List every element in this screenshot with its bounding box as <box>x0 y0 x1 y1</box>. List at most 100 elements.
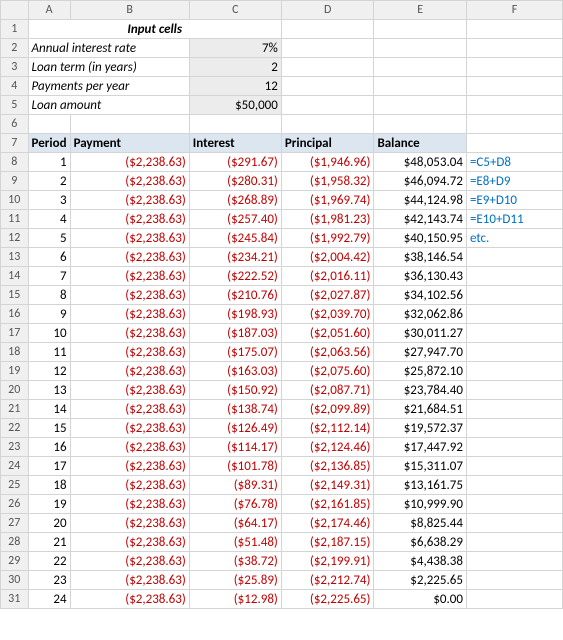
cell[interactable] <box>466 134 562 153</box>
col-header-f[interactable]: F <box>466 1 562 20</box>
row-header-1[interactable]: 1 <box>1 20 29 39</box>
cell-principal[interactable]: ($2,187.15) <box>281 533 374 552</box>
cell[interactable] <box>28 115 70 134</box>
cell-interest[interactable]: ($291.67) <box>189 153 281 172</box>
label-ppy[interactable]: Payments per year <box>28 77 189 96</box>
cell-principal[interactable]: ($2,016.11) <box>281 267 374 286</box>
cell-formula[interactable] <box>466 381 562 400</box>
cell-interest[interactable]: ($187.03) <box>189 324 281 343</box>
cell-balance[interactable]: $6,638.29 <box>374 533 467 552</box>
cell-formula[interactable]: =E10+D11 <box>466 210 562 229</box>
cell[interactable] <box>374 20 467 39</box>
cell-payment[interactable]: ($2,238.63) <box>70 343 189 362</box>
cell-principal[interactable]: ($2,063.56) <box>281 343 374 362</box>
cell-balance[interactable]: $34,102.56 <box>374 286 467 305</box>
cell-formula[interactable]: =E9+D10 <box>466 191 562 210</box>
cell-formula[interactable] <box>466 343 562 362</box>
row-header-13[interactable]: 13 <box>1 248 29 267</box>
cell-formula[interactable] <box>466 362 562 381</box>
spreadsheet-grid[interactable]: A B C D E F 1 Input cells 2 Annual inter… <box>0 0 563 609</box>
row-header-28[interactable]: 28 <box>1 533 29 552</box>
select-all-cell[interactable] <box>1 1 29 20</box>
row-header-31[interactable]: 31 <box>1 590 29 609</box>
cell-principal[interactable]: ($1,969.74) <box>281 191 374 210</box>
cell-interest[interactable]: ($138.74) <box>189 400 281 419</box>
cell-interest[interactable]: ($89.31) <box>189 476 281 495</box>
cell-interest[interactable]: ($268.89) <box>189 191 281 210</box>
cell-balance[interactable]: $44,124.98 <box>374 191 467 210</box>
cell-balance[interactable]: $32,062.86 <box>374 305 467 324</box>
cell-formula[interactable] <box>466 552 562 571</box>
row-header-7[interactable]: 7 <box>1 134 29 153</box>
cell-principal[interactable]: ($2,124.46) <box>281 438 374 457</box>
cell-payment[interactable]: ($2,238.63) <box>70 229 189 248</box>
cell-principal[interactable]: ($1,946.96) <box>281 153 374 172</box>
cell-period[interactable]: 6 <box>28 248 70 267</box>
hdr-balance[interactable]: Balance <box>374 134 467 153</box>
cell-balance[interactable]: $21,684.51 <box>374 400 467 419</box>
cell-period[interactable]: 18 <box>28 476 70 495</box>
row-header-6[interactable]: 6 <box>1 115 29 134</box>
cell-balance[interactable]: $40,150.95 <box>374 229 467 248</box>
cell-formula[interactable] <box>466 324 562 343</box>
cell-period[interactable]: 13 <box>28 381 70 400</box>
cell[interactable] <box>466 115 562 134</box>
cell-period[interactable]: 23 <box>28 571 70 590</box>
cell-balance[interactable]: $10,999.90 <box>374 495 467 514</box>
cell[interactable] <box>374 96 467 115</box>
cell-period[interactable]: 21 <box>28 533 70 552</box>
cell-payment[interactable]: ($2,238.63) <box>70 381 189 400</box>
input-rate[interactable]: 7% <box>189 39 281 58</box>
cell-payment[interactable]: ($2,238.63) <box>70 552 189 571</box>
cell[interactable] <box>281 58 374 77</box>
cell-payment[interactable]: ($2,238.63) <box>70 419 189 438</box>
cell-principal[interactable]: ($1,981.23) <box>281 210 374 229</box>
cell-period[interactable]: 2 <box>28 172 70 191</box>
cell-period[interactable]: 9 <box>28 305 70 324</box>
cell-payment[interactable]: ($2,238.63) <box>70 286 189 305</box>
row-header-27[interactable]: 27 <box>1 514 29 533</box>
cell-period[interactable]: 7 <box>28 267 70 286</box>
cell-period[interactable]: 5 <box>28 229 70 248</box>
cell-period[interactable]: 17 <box>28 457 70 476</box>
cell-balance[interactable]: $42,143.74 <box>374 210 467 229</box>
cell-payment[interactable]: ($2,238.63) <box>70 210 189 229</box>
row-header-11[interactable]: 11 <box>1 210 29 229</box>
cell-period[interactable]: 4 <box>28 210 70 229</box>
cell-interest[interactable]: ($257.40) <box>189 210 281 229</box>
cell-principal[interactable]: ($2,136.85) <box>281 457 374 476</box>
row-header-30[interactable]: 30 <box>1 571 29 590</box>
cell[interactable] <box>374 115 467 134</box>
cell-payment[interactable]: ($2,238.63) <box>70 305 189 324</box>
cell-payment[interactable]: ($2,238.63) <box>70 172 189 191</box>
input-term[interactable]: 2 <box>189 58 281 77</box>
cell-interest[interactable]: ($234.21) <box>189 248 281 267</box>
cell-principal[interactable]: ($1,958.32) <box>281 172 374 191</box>
cell-payment[interactable]: ($2,238.63) <box>70 248 189 267</box>
cell-formula[interactable] <box>466 438 562 457</box>
cell-formula[interactable] <box>466 514 562 533</box>
row-header-5[interactable]: 5 <box>1 96 29 115</box>
hdr-payment[interactable]: Payment <box>70 134 189 153</box>
cell-payment[interactable]: ($2,238.63) <box>70 533 189 552</box>
cell-period[interactable]: 20 <box>28 514 70 533</box>
cell-period[interactable]: 8 <box>28 286 70 305</box>
cell[interactable] <box>281 77 374 96</box>
col-header-c[interactable]: C <box>189 1 281 20</box>
row-header-3[interactable]: 3 <box>1 58 29 77</box>
cell-balance[interactable]: $27,947.70 <box>374 343 467 362</box>
cell-principal[interactable]: ($2,149.31) <box>281 476 374 495</box>
cell-balance[interactable]: $4,438.38 <box>374 552 467 571</box>
cell-principal[interactable]: ($2,039.70) <box>281 305 374 324</box>
cell-interest[interactable]: ($25.89) <box>189 571 281 590</box>
cell-period[interactable]: 14 <box>28 400 70 419</box>
cell-balance[interactable]: $15,311.07 <box>374 457 467 476</box>
row-header-9[interactable]: 9 <box>1 172 29 191</box>
cell[interactable] <box>374 39 467 58</box>
cell-period[interactable]: 22 <box>28 552 70 571</box>
cell-balance[interactable]: $2,225.65 <box>374 571 467 590</box>
cell-principal[interactable]: ($2,199.91) <box>281 552 374 571</box>
cell-interest[interactable]: ($245.84) <box>189 229 281 248</box>
cell-principal[interactable]: ($2,212.74) <box>281 571 374 590</box>
cell-principal[interactable]: ($1,992.79) <box>281 229 374 248</box>
